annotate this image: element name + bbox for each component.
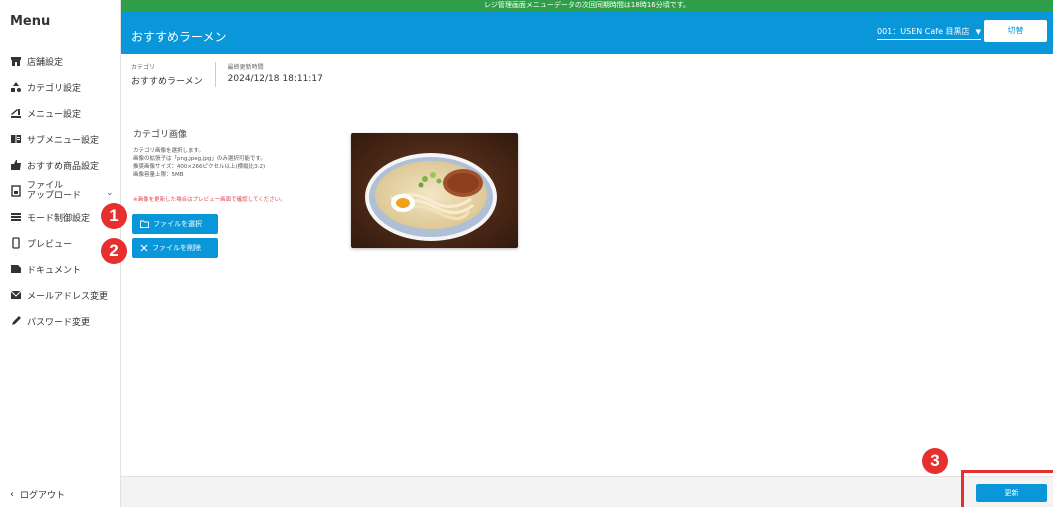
footer-bar — [121, 476, 1053, 507]
category-info-col: カテゴリ おすすめラーメン — [131, 62, 215, 87]
sidebar-item-store-settings[interactable]: 店舗設定 — [10, 51, 63, 71]
sidebar-item-label: モード制御設定 — [27, 213, 91, 224]
sidebar-item-documents[interactable]: ドキュメント — [10, 259, 81, 279]
sync-notice-bar: レジ管理画面メニューデータの次回同期時間は18時16分頃です。 — [121, 0, 1053, 11]
page-title: おすすめラーメン — [131, 30, 227, 44]
chevron-left-icon: ‹ — [10, 489, 14, 500]
chevron-down-icon[interactable]: ⌄ — [106, 188, 114, 198]
select-file-label: ファイルを選択 — [153, 220, 202, 228]
store-icon — [10, 55, 22, 67]
category-value: おすすめラーメン — [131, 77, 203, 87]
desc-line: カテゴリ画像を選択します。 — [133, 148, 204, 154]
sidebar-item-label: 店舗設定 — [27, 57, 64, 68]
caret-down-icon: ▼ — [975, 27, 981, 36]
sidebar-item-label: ドキュメント — [27, 265, 82, 276]
sidebar-item-preview[interactable]: プレビュー — [10, 233, 72, 253]
sidebar-item-category-settings[interactable]: カテゴリ設定 — [10, 77, 81, 97]
store-select-value: 001：USEN Cafe 目黒店 — [877, 27, 970, 36]
desc-line: 画像の拡張子は「png,jpeg,jpg」のみ選択可能です。 — [133, 156, 266, 162]
updated-label: 最終更新時間 — [227, 64, 264, 71]
file-upload-icon — [10, 185, 22, 197]
sidebar-item-submenu-settings[interactable]: サブメニュー設定 — [10, 129, 99, 149]
switch-button[interactable]: 切替 — [984, 20, 1047, 42]
annotation-badge-2: 2 — [101, 238, 127, 264]
logout-label: ログアウト — [20, 491, 66, 501]
annotation-badge-3: 3 — [922, 448, 948, 474]
desc-line: 推奨画像サイズ：400×266ピクセル以上(横縦比3:2) — [133, 164, 266, 170]
select-file-button[interactable]: ファイルを選択 — [132, 214, 218, 234]
page-header: おすすめラーメン 001：USEN Cafe 目黒店 ▼ 切替 — [121, 6, 1053, 54]
desc-line: 画像容量上限：5MB — [133, 172, 184, 178]
updated-info-col: 最終更新時間 2024/12/18 18:11:17 — [214, 62, 335, 87]
logout-link[interactable]: ‹ ログアウト — [10, 488, 65, 501]
main-content: カテゴリ おすすめラーメン 最終更新時間 2024/12/18 18:11:17… — [121, 54, 1053, 476]
sidebar-item-label: カテゴリ設定 — [27, 83, 82, 94]
category-info: カテゴリ おすすめラーメン 最終更新時間 2024/12/18 18:11:17 — [131, 62, 335, 87]
sidebar-item-password-change[interactable]: パスワード変更 — [10, 311, 90, 331]
category-label: カテゴリ — [131, 64, 156, 71]
sidebar-title: Menu — [10, 14, 51, 29]
store-select[interactable]: 001：USEN Cafe 目黒店 ▼ — [877, 26, 981, 40]
preview-warning: ※画像を更新した場合はプレビュー画面で確認してください。 — [133, 197, 286, 203]
sidebar-item-file-upload[interactable]: ファイル アップロード — [10, 177, 81, 205]
delete-file-label: ファイルを削除 — [152, 244, 201, 252]
folder-icon — [140, 220, 149, 228]
sidebar-item-label: サブメニュー設定 — [27, 135, 100, 146]
sidebar-item-mode-control[interactable]: モード制御設定 — [10, 207, 90, 227]
phone-icon — [10, 237, 22, 249]
submenu-icon — [10, 133, 22, 145]
sidebar-item-label: メールアドレス変更 — [27, 291, 109, 302]
sidebar-item-label: ファイル アップロード — [27, 181, 82, 201]
updated-value: 2024/12/18 18:11:17 — [227, 74, 323, 84]
document-icon — [10, 263, 22, 275]
pencil-icon — [10, 315, 22, 327]
sidebar-item-label: パスワード変更 — [27, 317, 91, 328]
annotation-badge-1: 1 — [101, 203, 127, 229]
sidebar-item-menu-settings[interactable]: メニュー設定 — [10, 103, 81, 123]
mail-icon — [10, 289, 22, 301]
category-image-preview — [351, 133, 518, 248]
category-icon — [10, 81, 22, 93]
menu-icon — [10, 107, 22, 119]
image-description: カテゴリ画像を選択します。 画像の拡張子は「png,jpeg,jpg」のみ選択可… — [133, 147, 266, 179]
category-image-label: カテゴリ画像 — [133, 130, 188, 140]
close-icon — [140, 244, 148, 252]
sidebar-item-recommended-settings[interactable]: おすすめ商品設定 — [10, 155, 99, 175]
update-button[interactable]: 更新 — [976, 484, 1047, 502]
delete-file-button[interactable]: ファイルを削除 — [132, 238, 218, 258]
sidebar-item-email-change[interactable]: メールアドレス変更 — [10, 285, 108, 305]
thumbs-up-icon — [10, 159, 22, 171]
sidebar-item-label: プレビュー — [27, 239, 73, 250]
sidebar-item-label: おすすめ商品設定 — [27, 161, 100, 172]
list-icon — [10, 211, 22, 223]
sidebar-item-label: メニュー設定 — [27, 109, 82, 120]
